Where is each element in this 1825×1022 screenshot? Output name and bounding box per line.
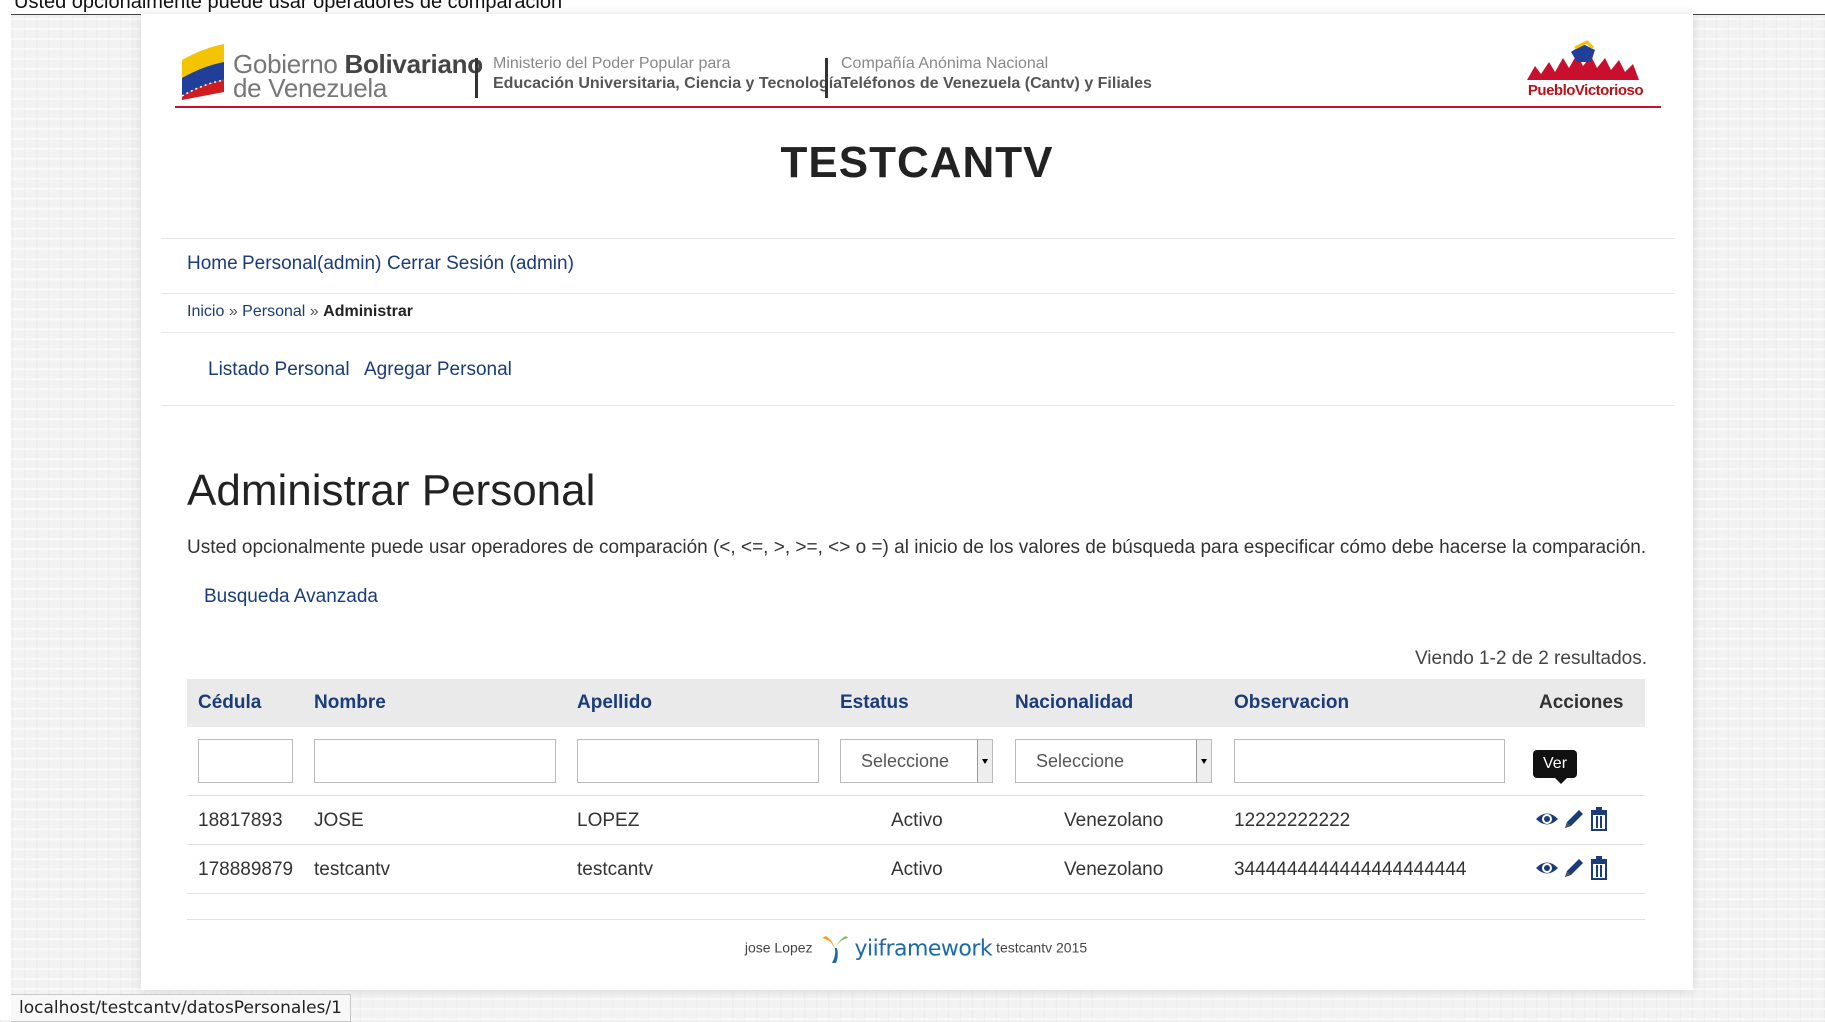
cell-observacion: 3444444444444444444444: [1234, 859, 1467, 880]
breadcrumb-current: Administrar: [323, 303, 413, 320]
yii-logo-icon: [822, 936, 849, 963]
table-row: 18817893 JOSE LOPEZ Activo Venezolano 12…: [187, 750, 1645, 845]
gobierno-bolivariano-logo-text: Gobierno Bolivariano de Venezuela: [233, 49, 483, 103]
pencil-icon[interactable]: [1561, 855, 1585, 881]
personal-grid: Cédula Nombre Apellido Estatus Nacionali…: [187, 679, 1645, 894]
cell-estatus: Activo: [891, 859, 943, 880]
breadcrumb-separator: »: [309, 303, 319, 320]
site-title: TESTCANTV: [780, 138, 1054, 187]
cell-nombre: testcantv: [314, 859, 391, 880]
chevron-down-icon: [977, 740, 992, 782]
page-title: Administrar Personal: [187, 466, 596, 515]
breadcrumb-inicio[interactable]: Inicio: [187, 303, 224, 320]
banner-separator: [825, 58, 828, 98]
row-actions: [1535, 806, 1615, 834]
venezuela-flag-logo: [181, 44, 225, 100]
trash-icon[interactable]: [1587, 806, 1611, 832]
column-header-cedula[interactable]: Cédula: [198, 692, 261, 714]
filter-nombre-input[interactable]: [314, 739, 556, 783]
pueblo-victorioso-text: PuebloVictorioso: [1527, 82, 1644, 99]
cell-apellido: testcantv: [577, 859, 654, 880]
pencil-icon[interactable]: [1561, 806, 1585, 832]
breadcrumb: Inicio » Personal » Administrar: [187, 303, 413, 321]
view-tooltip: Ver: [1533, 750, 1578, 784]
cell-cedula: 178889879: [198, 859, 294, 880]
grid-header-row: Cédula Nombre Apellido Estatus Nacionali…: [187, 679, 1645, 727]
column-header-nombre[interactable]: Nombre: [314, 692, 386, 714]
filter-nacionalidad-select[interactable]: Seleccione: [1015, 739, 1212, 783]
header-banner: Gobierno Bolivariano de Venezuela Minist…: [175, 26, 1661, 108]
filter-observacion-input[interactable]: [1234, 739, 1505, 783]
filter-cedula-input[interactable]: [198, 739, 293, 783]
breadcrumb-separator: »: [228, 303, 238, 320]
top-frame-strip: Usted opcionalmente puede usar operadore…: [0, 0, 1825, 15]
operations-menu: Listado Personal Agregar Personal: [161, 332, 1675, 406]
cell-observacion: 12222222222: [1234, 810, 1351, 831]
column-header-observacion[interactable]: Observacion: [1234, 692, 1349, 714]
footer-suffix: testcantv 2015: [996, 939, 1088, 956]
grid-filter-row: Seleccione Seleccione: [187, 727, 1645, 796]
column-header-acciones: Acciones: [1539, 692, 1624, 713]
advanced-search-link[interactable]: Busqueda Avanzada: [204, 586, 378, 608]
footer: jose Lopez yiiframework testcantv 2015: [187, 919, 1645, 980]
cell-apellido: LOPEZ: [577, 810, 640, 831]
cantv-block: Compañía Anónima Nacional Teléfonos de V…: [841, 55, 1152, 92]
yii-framework-wordmark: yiiframework: [854, 936, 993, 962]
ministerio-block: Ministerio del Poder Popular para Educac…: [493, 55, 843, 92]
top-frame-text: Usted opcionalmente puede usar operadore…: [14, 0, 563, 13]
menu-personal-link[interactable]: Personal(admin): [242, 253, 381, 275]
table-row: 178889879 testcantv testcantv Activo Ven…: [187, 845, 1645, 894]
cell-nombre: JOSE: [314, 810, 364, 831]
menu-home-link[interactable]: Home: [187, 253, 238, 275]
left-frame-strip: [0, 14, 11, 1020]
cell-nacionalidad: Venezolano: [1064, 810, 1164, 831]
menu-logout-link[interactable]: Cerrar Sesión (admin): [387, 253, 574, 275]
page-container: Gobierno Bolivariano de Venezuela Minist…: [141, 14, 1693, 990]
eye-icon[interactable]: [1535, 806, 1559, 832]
column-header-estatus[interactable]: Estatus: [840, 692, 909, 714]
banner-separator: [475, 58, 478, 98]
footer-author: jose Lopez: [744, 939, 813, 956]
cell-estatus: Activo: [891, 810, 943, 831]
chevron-down-icon: [1196, 740, 1211, 782]
main-menu: Home Personal(admin) Cerrar Sesión (admi…: [161, 238, 1675, 294]
filter-apellido-input[interactable]: [577, 739, 819, 783]
results-summary: Viendo 1-2 de 2 resultados.: [1414, 648, 1647, 669]
column-header-apellido[interactable]: Apellido: [577, 692, 652, 714]
cell-cedula: 18817893: [198, 810, 283, 831]
cell-nacionalidad: Venezolano: [1064, 859, 1164, 880]
trash-icon[interactable]: [1587, 855, 1611, 881]
filter-estatus-select[interactable]: Seleccione: [840, 739, 993, 783]
listado-personal-link[interactable]: Listado Personal: [208, 359, 350, 381]
search-hint-text: Usted opcionalmente puede usar operadore…: [187, 537, 1647, 558]
row-actions: [1535, 855, 1615, 883]
breadcrumb-personal[interactable]: Personal: [242, 303, 305, 320]
agregar-personal-link[interactable]: Agregar Personal: [364, 359, 512, 381]
status-bar-url: localhost/testcantv/datosPersonales/1: [11, 994, 351, 1022]
column-header-nacionalidad[interactable]: Nacionalidad: [1015, 692, 1133, 714]
eye-icon[interactable]: [1535, 855, 1559, 881]
